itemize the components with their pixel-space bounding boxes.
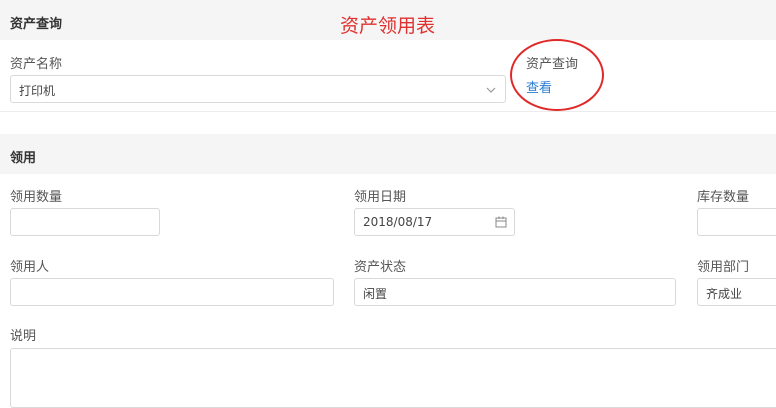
section-divider (0, 111, 776, 112)
date-label: 领用日期 (354, 190, 407, 205)
usage-section-title: 领用 (10, 151, 37, 166)
date-value: 2018/08/17 (363, 215, 433, 229)
user-input[interactable] (10, 278, 334, 306)
dept-value: 齐成业 (706, 287, 743, 301)
annotation-title: 资产领用表 (340, 15, 436, 37)
date-picker[interactable]: 2018/08/17 (354, 208, 515, 236)
status-field[interactable]: 闲置 (354, 278, 676, 306)
annotation-circle (510, 39, 604, 111)
asset-name-label: 资产名称 (10, 57, 63, 72)
quantity-label: 领用数量 (10, 190, 63, 205)
quantity-input[interactable] (10, 208, 160, 236)
asset-name-value: 打印机 (19, 84, 56, 98)
stock-label: 库存数量 (697, 190, 750, 205)
asset-name-select[interactable]: 打印机 (10, 75, 506, 103)
remark-textarea[interactable] (10, 348, 776, 408)
status-label: 资产状态 (354, 260, 407, 275)
dept-field[interactable]: 齐成业 (697, 278, 776, 306)
dept-label: 领用部门 (697, 260, 750, 275)
usage-section-header (0, 134, 776, 174)
user-label: 领用人 (10, 260, 50, 275)
calendar-icon[interactable] (495, 216, 507, 228)
query-section-title: 资产查询 (10, 17, 63, 32)
chevron-down-icon (486, 87, 496, 93)
stock-input[interactable] (697, 208, 776, 236)
status-value: 闲置 (363, 287, 388, 301)
remark-label: 说明 (10, 329, 37, 344)
